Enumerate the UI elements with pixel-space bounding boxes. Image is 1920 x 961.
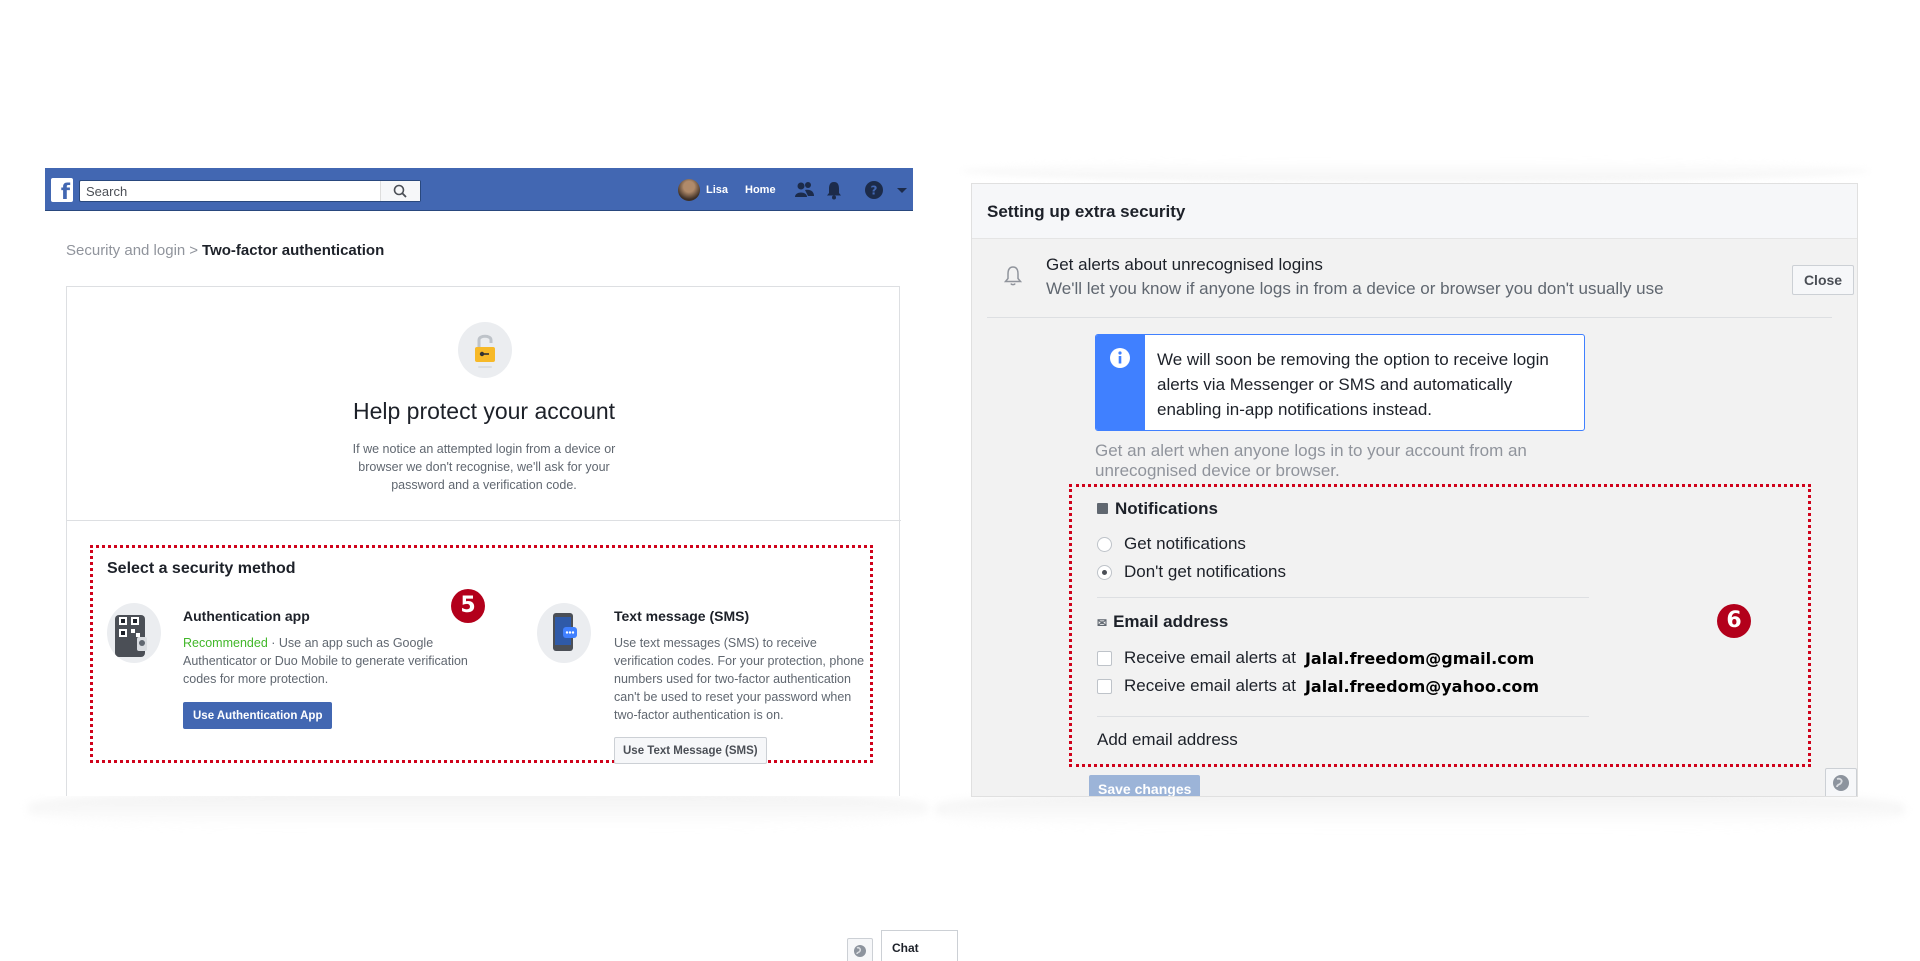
recommended-label: Recommended [183,636,268,650]
dont-get-notifications-option[interactable]: Don't get notifications [1097,562,1286,582]
dialog-title: Setting up extra security [987,202,1186,221]
lock-illustration [458,322,512,378]
caret-down-icon[interactable] [891,179,913,201]
login-alerts-row: Get alerts about unrecognised logins We'… [987,240,1832,318]
breadcrumb: Security and login > Two-factor authentica… [66,242,384,259]
dialog-header: Setting up extra security [972,184,1857,239]
security-method-section: Select a security method Authentication … [90,545,873,764]
breadcrumb-separator: > [189,242,199,259]
info-icon [1110,348,1130,368]
search-input[interactable] [80,181,380,201]
breadcrumb-parent-link[interactable]: Security and login [66,242,185,259]
authentication-app-icon [107,603,161,663]
get-notifications-label: Get notifications [1124,534,1246,553]
sms-description: Use text messages (SMS) to receive verif… [614,636,865,722]
page-title: Help protect your account [352,398,616,424]
get-notifications-option[interactable]: Get notifications [1097,534,1246,554]
dont-get-notifications-radio[interactable] [1097,564,1112,580]
login-alerts-title: Get alerts about unrecognised logins [1046,255,1323,274]
use-authentication-app-button[interactable]: Use Authentication App [183,702,333,729]
section-title: Select a security method [107,560,296,577]
save-changes-button[interactable]: Save changes [1089,775,1201,796]
facebook-logo[interactable]: f [51,178,73,202]
email-alert-option-gmail[interactable]: Receive email alerts at Jalal.freedom@gm… [1097,648,1534,668]
globe-icon [854,945,866,957]
right-panel-top-shadow [960,160,1870,182]
two-factor-card: Help protect your account If we notice a… [66,286,901,796]
email-address: Jalal.freedom@yahoo.com [1304,676,1540,696]
use-text-message-button[interactable]: Use Text Message (SMS) [614,737,767,764]
info-stripe [1096,335,1145,430]
divider [1097,716,1589,717]
add-email-link[interactable]: Add email address [1097,730,1238,750]
search-box [79,180,421,202]
language-button[interactable] [847,938,873,961]
info-notice: We will soon be removing the option to r… [1095,334,1585,431]
language-button[interactable] [1825,768,1857,796]
facebook-top-bar: f Lisa Home ? [45,168,913,211]
friends-icon[interactable] [793,179,815,201]
breadcrumb-current: Two-factor authentication [202,242,385,259]
svg-text:?: ? [871,184,878,198]
two-factor-page: f Lisa Home ? [45,168,958,961]
email-alert-checkbox[interactable] [1097,650,1112,666]
user-name: Lisa [706,184,729,196]
profile-link[interactable]: Lisa [678,179,728,201]
email-alert-checkbox[interactable] [1097,678,1112,694]
search-button[interactable] [380,181,420,201]
alert-description: Get an alert when anyone logs in to your… [1095,441,1527,480]
unlocked-padlock-icon [475,334,495,368]
email-alert-prefix: Receive email alerts at [1124,676,1296,695]
bell-outline-icon [1003,266,1023,286]
alert-settings-section: Notifications Get notifications Don't ge… [1069,484,1811,767]
close-button[interactable]: Close [1792,265,1854,295]
login-alerts-subtitle: We'll let you know if anyone logs in fro… [1046,279,1664,298]
notifications-heading: Notifications [1097,499,1218,519]
authentication-app-title: Authentication app [183,608,310,624]
divider [67,520,901,521]
sms-title: Text message (SMS) [614,608,750,624]
email-address: Jalal.freedom@gmail.com [1304,648,1535,668]
globe-icon [1833,775,1849,791]
extra-security-dialog: Setting up extra security Get alerts abo… [971,183,1858,797]
home-link[interactable]: Home [745,184,776,196]
sms-phone-icon [537,603,591,663]
email-alert-option-yahoo[interactable]: Receive email alerts at Jalal.freedom@ya… [1097,676,1539,696]
get-notifications-radio[interactable] [1097,536,1112,552]
step-badge-5: 5 [451,589,485,623]
notifications-heading-label: Notifications [1115,499,1218,518]
email-heading-label: Email address [1113,612,1229,631]
chat-tab[interactable]: Chat [881,930,958,961]
facebook-square-icon [1097,503,1108,514]
page-description: If we notice an attempted login from a d… [352,442,616,492]
help-icon[interactable]: ? [863,179,885,201]
envelope-icon: ✉ [1097,616,1108,630]
authentication-app-description: Recommended · Use an app such as Google … [183,634,483,688]
info-text: We will soon be removing the option to r… [1157,350,1549,419]
bell-icon[interactable] [823,179,845,201]
dont-get-notifications-label: Don't get notifications [1124,562,1287,581]
email-alert-prefix: Receive email alerts at [1124,648,1296,667]
search-icon [393,184,407,198]
divider [1097,597,1589,598]
avatar [678,179,700,201]
step-badge-6: 6 [1717,604,1751,638]
email-heading: ✉ Email address [1097,612,1228,632]
